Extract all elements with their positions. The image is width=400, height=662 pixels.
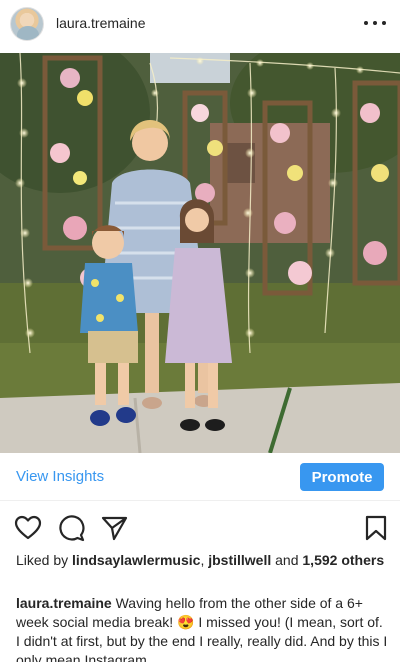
likes-suffix[interactable]: others [341, 552, 384, 568]
likes-separator: , [200, 552, 205, 568]
heart-icon[interactable] [14, 514, 42, 542]
more-horizontal-icon[interactable] [364, 14, 386, 32]
insights-bar: View Insights Promote [0, 453, 400, 501]
post-header: laura.tremaine [0, 0, 400, 48]
send-icon[interactable] [100, 514, 128, 542]
promote-button[interactable]: Promote [300, 463, 384, 491]
liked-by-user-2[interactable]: jbstillwell [208, 552, 271, 568]
likes-summary: Liked by lindsaylawlermusic, jbstillwell… [16, 551, 388, 569]
view-insights-link[interactable]: View Insights [16, 468, 104, 485]
comment-icon[interactable] [57, 514, 85, 542]
post-caption: laura.tremaine Waving hello from the oth… [16, 594, 390, 662]
likes-prefix: Liked by [16, 552, 69, 568]
likes-conjunction: and [275, 552, 299, 568]
caption-username[interactable]: laura.tremaine [16, 595, 112, 611]
bookmark-icon[interactable] [362, 514, 390, 542]
post-username[interactable]: laura.tremaine [56, 15, 146, 31]
likes-count[interactable]: 1,592 [302, 552, 337, 568]
liked-by-user-1[interactable]: lindsaylawlermusic [72, 552, 200, 568]
action-row [0, 508, 400, 548]
post-photo[interactable] [0, 53, 400, 453]
heart-eyes-emoji: 😍 [177, 614, 195, 630]
avatar[interactable] [10, 7, 44, 41]
